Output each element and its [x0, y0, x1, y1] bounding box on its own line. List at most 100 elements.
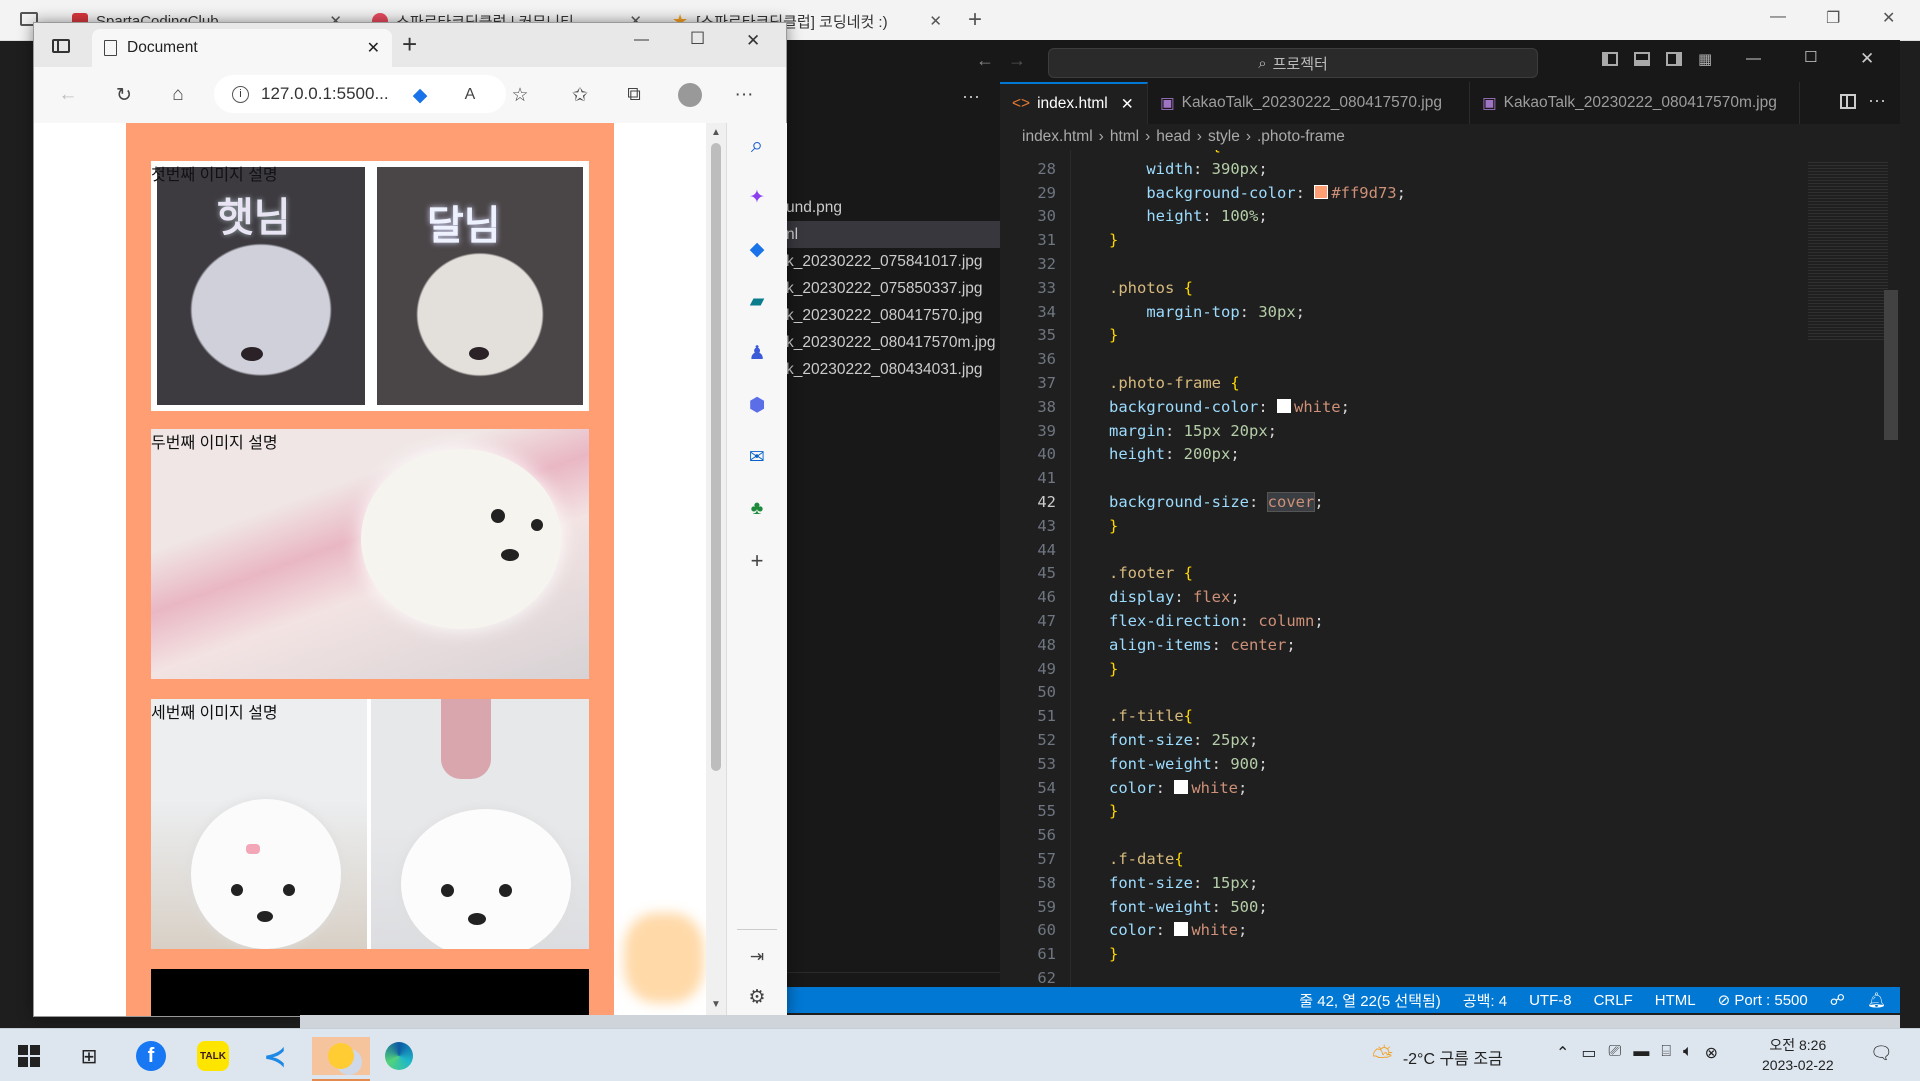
- toggle-sidebar-icon[interactable]: [1602, 52, 1618, 66]
- edge-sidebar: ⌕ ✦ ◆ ▰ ♟ ⬢ ✉ ♣ + ⇥ ⚙: [726, 123, 787, 1016]
- accounts-icon[interactable]: ☍: [1830, 991, 1845, 1009]
- cursor-position[interactable]: 줄 42, 열 22(5 선택됨): [1299, 990, 1441, 1011]
- more-actions-icon[interactable]: ···: [1868, 90, 1886, 111]
- minimap[interactable]: [1808, 150, 1900, 990]
- close-window-icon[interactable]: ✕: [1860, 49, 1874, 69]
- favorites-icon[interactable]: ✩: [566, 81, 594, 109]
- home-icon[interactable]: ⌂: [164, 81, 192, 109]
- scroll-down-icon[interactable]: ▼: [711, 999, 721, 1010]
- maximize-icon[interactable]: ☐: [690, 29, 705, 49]
- encoding[interactable]: UTF-8: [1529, 992, 1572, 1009]
- tab-actions-icon[interactable]: [52, 39, 70, 53]
- split-editor-icon[interactable]: [1840, 94, 1856, 109]
- new-tab-icon[interactable]: +: [402, 29, 417, 60]
- screen-capture-icon[interactable]: ⎚: [1609, 1043, 1622, 1063]
- kakaotalk-icon[interactable]: TALK: [194, 1037, 232, 1075]
- refresh-icon[interactable]: ↻: [110, 81, 138, 109]
- edge-icon[interactable]: [380, 1037, 418, 1075]
- explorer-file[interactable]: k_20230222_080417570.jpg: [786, 302, 1000, 329]
- vscode-icon[interactable]: ≺: [256, 1037, 294, 1075]
- breadcrumb-item[interactable]: html: [1110, 128, 1139, 146]
- meet-now-icon[interactable]: ▭: [1581, 1043, 1596, 1063]
- battery-icon[interactable]: ▬: [1633, 1043, 1649, 1063]
- active-app-icon[interactable]: [312, 1037, 370, 1075]
- add-favorite-icon[interactable]: ☆: [506, 81, 534, 109]
- breadcrumb-item[interactable]: index.html: [1022, 128, 1093, 146]
- games-icon[interactable]: ♟: [743, 339, 771, 367]
- windows-start-icon[interactable]: [10, 1037, 48, 1075]
- explorer-file[interactable]: k_20230222_075850337.jpg: [786, 275, 1000, 302]
- breadcrumb-item[interactable]: style: [1208, 128, 1240, 146]
- chevron-up-icon[interactable]: ⌃: [1556, 1043, 1569, 1063]
- container: 첫번째 이미지 설명 햇님 달님 두번째 이미지 설명 세번째 이미지 설명: [126, 123, 614, 1016]
- read-aloud-icon[interactable]: A: [456, 81, 484, 109]
- scroll-up-icon[interactable]: ▲: [711, 127, 721, 138]
- task-view-icon[interactable]: ⊞: [70, 1037, 108, 1075]
- page-scrollbar[interactable]: ▲ ▼: [706, 123, 726, 1016]
- toggle-secondary-sidebar-icon[interactable]: [1666, 52, 1682, 66]
- language-mode[interactable]: HTML: [1655, 992, 1696, 1009]
- notification-icon[interactable]: 🗨︎: [1870, 1043, 1893, 1064]
- page-icon: [104, 40, 117, 56]
- tab-kakaotalk-image-m[interactable]: ▣ KakaoTalk_20230222_080417570m.jpg: [1470, 82, 1800, 124]
- add-icon[interactable]: +: [743, 547, 771, 575]
- breadcrumb-item[interactable]: .photo-frame: [1257, 128, 1345, 146]
- close-tab-icon[interactable]: ✕: [929, 12, 942, 30]
- clock[interactable]: 오전 8:26 2023-02-22: [1762, 1035, 1834, 1075]
- code-editor[interactable]: .container { width: 390px; background-co…: [1070, 150, 1879, 990]
- more-menu-icon[interactable]: ···: [730, 81, 758, 109]
- tab-kakaotalk-image[interactable]: ▣ KakaoTalk_20230222_080417570.jpg: [1148, 82, 1470, 124]
- gear-icon[interactable]: ⚙: [743, 983, 771, 1011]
- network-icon[interactable]: ⌸: [1661, 1043, 1671, 1063]
- office-icon[interactable]: ⬢: [743, 391, 771, 419]
- line-number: 55: [1037, 802, 1056, 821]
- command-center-search[interactable]: ⌕ 프로젝터: [1048, 48, 1538, 78]
- hide-sidebar-icon[interactable]: ⇥: [743, 943, 771, 971]
- outlook-icon[interactable]: ✉: [743, 443, 771, 471]
- profile-avatar-icon[interactable]: [676, 81, 704, 109]
- facebook-icon[interactable]: f: [132, 1037, 170, 1075]
- bell-icon[interactable]: 🔔︎: [1867, 991, 1886, 1009]
- copilot-sparkle-icon[interactable]: ✦: [743, 183, 771, 211]
- tab-document[interactable]: Document ✕: [92, 29, 392, 67]
- explorer-file[interactable]: und.png: [786, 194, 1000, 221]
- shopping-tag-icon[interactable]: ◆: [743, 235, 771, 263]
- scrollbar-thumb[interactable]: [711, 143, 721, 771]
- minimize-icon[interactable]: —: [1770, 8, 1786, 26]
- new-tab-icon[interactable]: +: [968, 6, 982, 34]
- maximize-icon[interactable]: ☐: [1804, 48, 1817, 66]
- back-arrow-icon[interactable]: ←: [976, 50, 994, 71]
- close-tab-icon[interactable]: ✕: [1121, 95, 1134, 114]
- coupon-tag-icon[interactable]: ◆: [406, 81, 434, 109]
- ime-icon[interactable]: ⊗: [1705, 1043, 1718, 1063]
- close-window-icon[interactable]: ✕: [746, 31, 760, 51]
- layout-icon[interactable]: ▦: [1698, 50, 1712, 68]
- search-icon[interactable]: ⌕: [743, 131, 771, 159]
- weather-widget[interactable]: ⛅︎ -2°C 구름 조금: [1372, 1041, 1503, 1073]
- scrollbar-thumb[interactable]: [1884, 290, 1898, 440]
- tree-icon[interactable]: ♣: [743, 495, 771, 523]
- more-actions-icon[interactable]: ···: [962, 86, 980, 107]
- forward-arrow-icon[interactable]: →: [1008, 50, 1026, 71]
- back-arrow-icon[interactable]: ←: [54, 81, 82, 109]
- minimize-icon[interactable]: —: [634, 31, 649, 48]
- close-window-icon[interactable]: ✕: [1882, 8, 1895, 28]
- line-number: 27: [1000, 150, 1070, 158]
- close-tab-icon[interactable]: ✕: [367, 38, 380, 58]
- restore-icon[interactable]: ❐: [1826, 8, 1840, 28]
- volume-icon[interactable]: 🔈︎: [1683, 1043, 1693, 1063]
- minimize-icon[interactable]: —: [1746, 50, 1761, 67]
- collections-icon[interactable]: ⧉: [620, 81, 648, 109]
- explorer-file[interactable]: nl: [786, 221, 1000, 248]
- explorer-file[interactable]: k_20230222_080434031.jpg: [786, 356, 1000, 383]
- photo-label: 햇님: [217, 196, 291, 240]
- toggle-panel-icon[interactable]: [1634, 52, 1650, 66]
- live-server-port[interactable]: ⊘ Port : 5500: [1718, 991, 1808, 1009]
- tools-briefcase-icon[interactable]: ▰: [743, 287, 771, 315]
- breadcrumb-item[interactable]: head: [1156, 128, 1190, 146]
- eol[interactable]: CRLF: [1594, 992, 1633, 1009]
- explorer-file[interactable]: k_20230222_075841017.jpg: [786, 248, 1000, 275]
- tab-index-html[interactable]: <> index.html ✕: [1000, 82, 1148, 124]
- explorer-file[interactable]: k_20230222_080417570m.jpg: [786, 329, 1000, 356]
- indent-setting[interactable]: 공백: 4: [1463, 990, 1507, 1011]
